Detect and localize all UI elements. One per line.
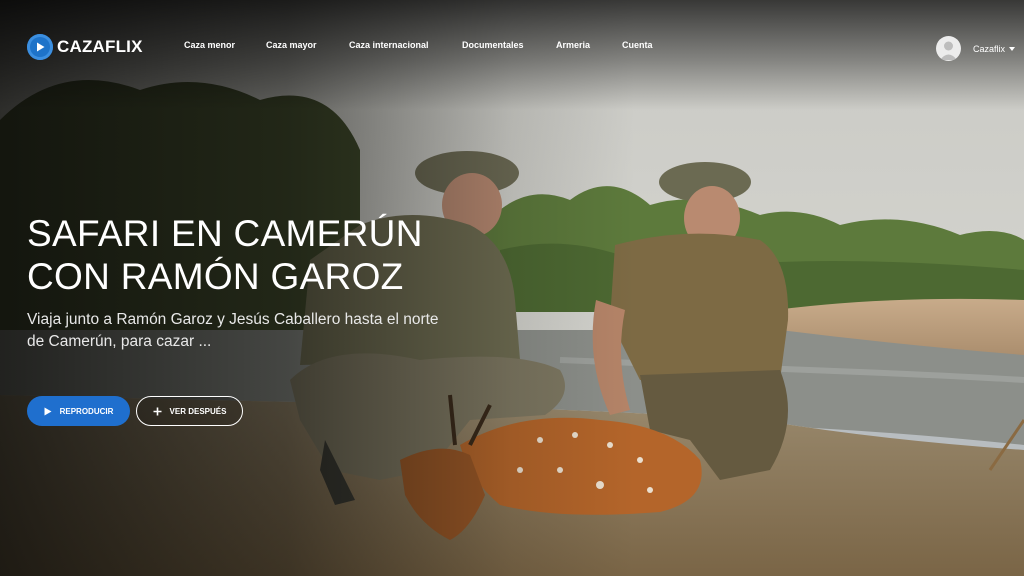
nav-item-documentales[interactable]: Documentales: [462, 40, 524, 50]
user-name: Cazaflix: [973, 43, 1006, 54]
watch-later-button[interactable]: VER DESPUÉS: [136, 396, 243, 426]
watch-later-button-label: VER DESPUÉS: [169, 406, 227, 416]
brand-name: CAZAFLIX: [57, 37, 143, 56]
user-icon: [940, 41, 957, 60]
plus-icon: [153, 407, 162, 416]
hero-title: SAFARI EN CAMERÚN CON RAMÓN GAROZ: [27, 212, 423, 298]
hero-description: Viaja junto a Ramón Garoz y Jesús Caball…: [27, 311, 439, 350]
play-icon: [44, 407, 52, 416]
nav-item-armeria[interactable]: Armeria: [556, 40, 590, 50]
nav-item-caza-internacional[interactable]: Caza internacional: [349, 40, 429, 50]
hero-title-line-2: CON RAMÓN GAROZ: [27, 256, 404, 297]
top-navigation: CAZAFLIX Caza menor Caza mayor Caza inte…: [0, 0, 1024, 92]
logo-play-icon: [27, 34, 53, 60]
nav-item-caza-mayor[interactable]: Caza mayor: [266, 40, 317, 50]
chevron-down-icon: [1009, 46, 1016, 51]
brand-logo[interactable]: CAZAFLIX: [27, 33, 143, 61]
hero-title-line-1: SAFARI EN CAMERÚN: [27, 213, 423, 254]
nav-item-caza-menor[interactable]: Caza menor: [184, 40, 235, 50]
avatar: [936, 36, 961, 61]
play-button-label: REPRODUCIR: [59, 406, 114, 416]
user-menu[interactable]: Cazaflix: [936, 36, 1016, 61]
nav-item-cuenta[interactable]: Cuenta: [622, 40, 653, 50]
play-button[interactable]: REPRODUCIR: [27, 396, 130, 426]
